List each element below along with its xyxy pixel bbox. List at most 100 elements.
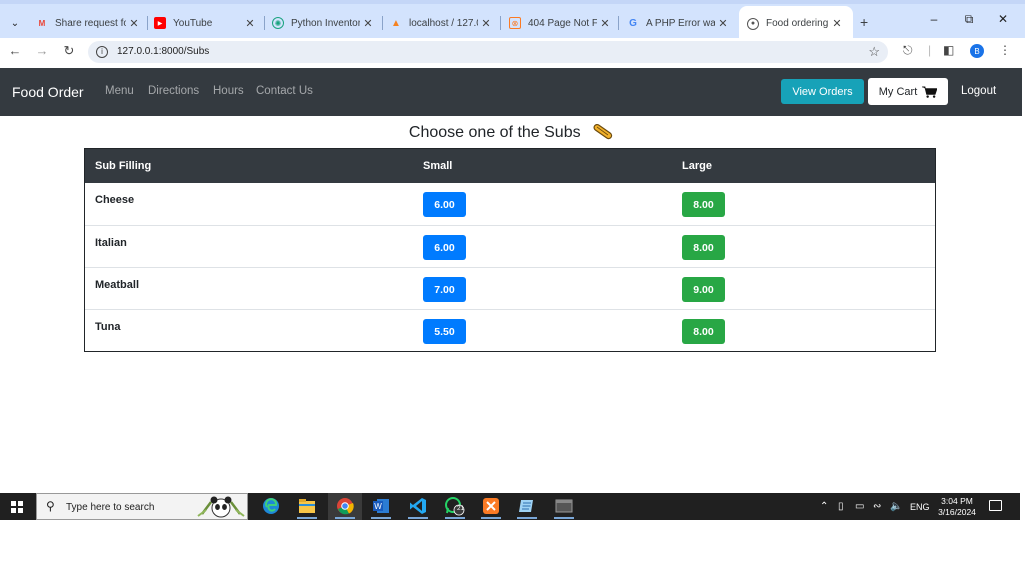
sub-name: Cheese bbox=[95, 194, 135, 206]
close-tab-icon[interactable]: ✕ bbox=[597, 17, 613, 30]
url-text[interactable]: 127.0.0.1:8000/Subs bbox=[117, 46, 209, 57]
tray-chevron-up-icon[interactable]: ⌃ bbox=[820, 501, 828, 512]
large-price-button[interactable]: 8.00 bbox=[682, 235, 725, 260]
word-icon[interactable]: W bbox=[370, 496, 392, 519]
sub-name: Italian bbox=[95, 237, 127, 249]
phpmyadmin-icon: ▲ bbox=[391, 17, 401, 29]
tab-search-chevron-icon[interactable]: ⌄ bbox=[5, 13, 25, 33]
nav-link-menu[interactable]: Menu bbox=[105, 85, 134, 97]
tab-localhost[interactable]: ▲ localhost / 127.0 ✕ bbox=[390, 8, 494, 38]
battery-icon[interactable]: ▭ bbox=[855, 501, 864, 512]
close-window-icon[interactable]: ✕ bbox=[995, 12, 1011, 26]
vscode-icon[interactable] bbox=[407, 496, 429, 519]
small-price-button[interactable]: 7.00 bbox=[423, 277, 466, 302]
taskbar-clock[interactable]: 3:04 PM 3/16/2024 bbox=[936, 496, 978, 518]
clock-time: 3:04 PM bbox=[941, 496, 973, 506]
clock-date: 3/16/2024 bbox=[938, 507, 976, 517]
language-indicator[interactable]: ENG bbox=[910, 502, 930, 512]
close-tab-icon[interactable]: ✕ bbox=[242, 17, 258, 30]
reload-icon[interactable]: ↻ bbox=[60, 43, 78, 59]
close-tab-icon[interactable]: ✕ bbox=[829, 17, 845, 30]
tab-404[interactable]: ⊗ 404 Page Not Fo ✕ bbox=[509, 8, 613, 38]
address-bar[interactable]: i 127.0.0.1:8000/Subs ☆ bbox=[88, 41, 888, 63]
tab-title: Python Inventor bbox=[291, 17, 360, 29]
page-title: Choose one of the Subs bbox=[408, 124, 581, 141]
terminal-icon[interactable] bbox=[553, 496, 575, 519]
my-cart-button[interactable]: My Cart bbox=[868, 78, 948, 105]
running-indicator bbox=[335, 517, 355, 519]
tab-youtube[interactable]: ▶ YouTube ✕ bbox=[154, 8, 258, 38]
table-header-row: Sub Filling Small Large bbox=[85, 149, 935, 183]
gmail-icon: M bbox=[38, 18, 46, 28]
subs-menu-table: Sub Filling Small Large Cheese 6.00 8.00… bbox=[84, 148, 936, 352]
tab-php-error[interactable]: G A PHP Error was ✕ bbox=[627, 8, 731, 38]
tab-title: Food ordering bbox=[766, 18, 829, 29]
search-icon: ⚲ bbox=[46, 499, 55, 513]
side-panel-icon[interactable]: ◧ bbox=[943, 43, 954, 57]
edge-icon[interactable] bbox=[260, 496, 282, 516]
sub-name: Meatball bbox=[95, 279, 140, 291]
globe-icon: ● bbox=[747, 17, 759, 30]
large-price-button[interactable]: 8.00 bbox=[682, 192, 725, 217]
tab-separator bbox=[500, 16, 501, 30]
bookmark-star-icon[interactable]: ☆ bbox=[868, 44, 880, 60]
close-tab-icon[interactable]: ✕ bbox=[715, 17, 731, 30]
running-indicator bbox=[408, 517, 428, 519]
browser-tab-strip: ⌄ M Share request fo ✕ ▶ YouTube ✕ ✺ Pyt… bbox=[0, 0, 1025, 41]
close-tab-icon[interactable]: ✕ bbox=[126, 17, 142, 30]
profile-avatar[interactable]: B bbox=[970, 44, 984, 58]
windows-taskbar: ⚲ Type here to search W 21 ⌃ ▯ ▭ ∾ 🔈 ENG… bbox=[0, 493, 1020, 520]
new-tab-plus-icon[interactable]: + bbox=[860, 14, 868, 30]
view-orders-button[interactable]: View Orders bbox=[781, 79, 864, 104]
back-arrow-icon[interactable]: ← bbox=[6, 43, 24, 58]
header-large: Large bbox=[682, 160, 712, 172]
small-price-button[interactable]: 6.00 bbox=[423, 192, 466, 217]
close-tab-icon[interactable]: ✕ bbox=[360, 17, 376, 30]
notepad-icon[interactable] bbox=[516, 496, 538, 519]
sub-sandwich-icon bbox=[593, 123, 613, 140]
table-row: Cheese 6.00 8.00 bbox=[85, 183, 935, 225]
restore-icon[interactable]: ⧉ bbox=[961, 12, 977, 27]
whatsapp-icon[interactable]: 21 bbox=[444, 496, 466, 519]
browser-menu-icon[interactable]: ⋮ bbox=[999, 43, 1011, 57]
device-icon[interactable]: ▯ bbox=[838, 501, 844, 512]
nav-link-contact[interactable]: Contact Us bbox=[256, 85, 313, 97]
windows-start-icon[interactable] bbox=[11, 501, 23, 513]
brand-link[interactable]: Food Order bbox=[12, 84, 84, 100]
search-placeholder: Type here to search bbox=[66, 502, 155, 513]
volume-icon[interactable]: 🔈 bbox=[890, 501, 902, 512]
tab-gmail[interactable]: M Share request fo ✕ bbox=[36, 8, 142, 38]
chrome-icon[interactable] bbox=[334, 496, 356, 519]
running-indicator bbox=[517, 517, 537, 519]
running-indicator bbox=[297, 517, 317, 519]
minimize-icon[interactable]: – bbox=[926, 12, 942, 26]
screen: ⌄ M Share request fo ✕ ▶ YouTube ✕ ✺ Pyt… bbox=[0, 0, 1025, 576]
small-price-button[interactable]: 5.50 bbox=[423, 319, 466, 344]
site-info-icon[interactable]: i bbox=[96, 46, 108, 58]
notification-center-icon[interactable] bbox=[989, 500, 1002, 511]
tab-separator bbox=[147, 16, 148, 30]
tab-separator bbox=[618, 16, 619, 30]
nav-link-hours[interactable]: Hours bbox=[213, 85, 244, 97]
tab-python-inventory[interactable]: ✺ Python Inventor ✕ bbox=[272, 8, 376, 38]
running-indicator bbox=[371, 517, 391, 519]
tab-title: A PHP Error was bbox=[646, 17, 715, 29]
extensions-icon[interactable]: ⎋ bbox=[903, 43, 913, 58]
nav-link-directions[interactable]: Directions bbox=[148, 85, 199, 97]
large-price-button[interactable]: 9.00 bbox=[682, 277, 725, 302]
table-row: Italian 6.00 8.00 bbox=[85, 225, 935, 267]
large-price-button[interactable]: 8.00 bbox=[682, 319, 725, 344]
panda-search-highlight-icon[interactable] bbox=[196, 494, 246, 519]
sub-name: Tuna bbox=[95, 321, 121, 333]
xampp-icon[interactable] bbox=[480, 496, 502, 519]
file-explorer-icon[interactable] bbox=[296, 496, 318, 519]
header-small: Small bbox=[423, 160, 453, 172]
logout-link[interactable]: Logout bbox=[961, 85, 996, 97]
page-heading: Choose one of the Subs bbox=[0, 122, 1022, 142]
tab-food-ordering[interactable]: ● Food ordering ✕ bbox=[739, 6, 853, 41]
small-price-button[interactable]: 6.00 bbox=[423, 235, 466, 260]
forward-arrow-icon[interactable]: → bbox=[33, 43, 51, 58]
browser-toolbar: ← → ↻ i 127.0.0.1:8000/Subs ☆ ⎋ | ◧ B ⋮ bbox=[0, 38, 1025, 66]
close-tab-icon[interactable]: ✕ bbox=[478, 17, 494, 30]
wifi-icon[interactable]: ∾ bbox=[873, 501, 881, 512]
